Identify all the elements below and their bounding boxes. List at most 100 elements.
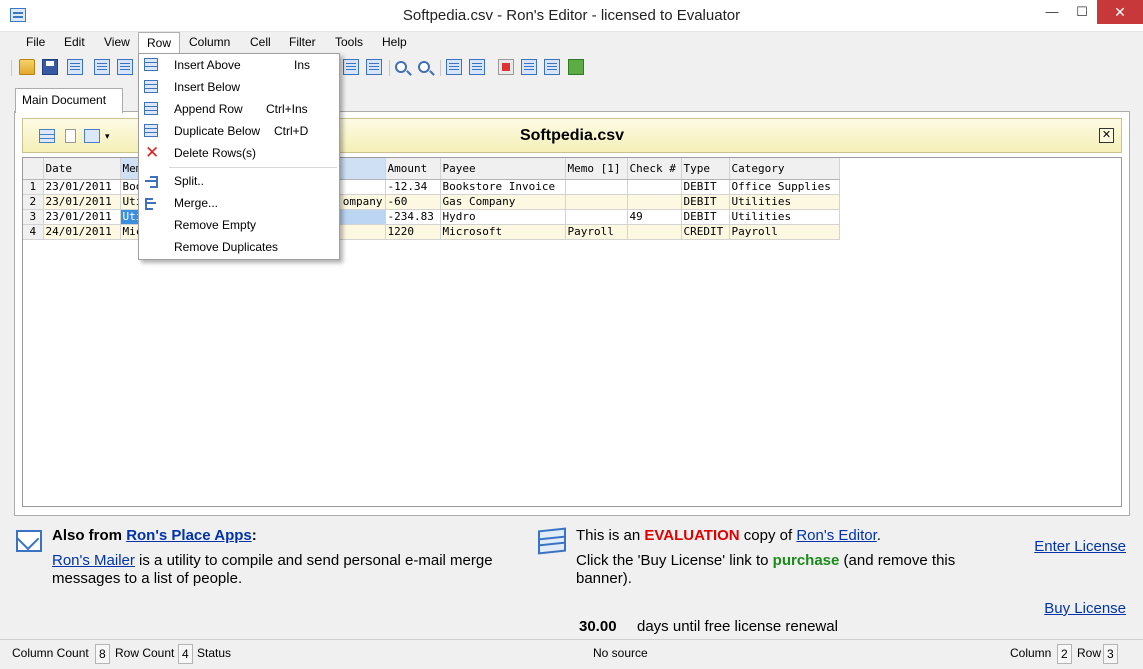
menu-tools[interactable]: Tools — [327, 32, 371, 54]
menu-row[interactable]: Row — [138, 32, 181, 54]
menu-item-duplicate-below[interactable]: Duplicate Below Ctrl+D — [139, 120, 339, 142]
menu-help[interactable]: Help — [374, 32, 415, 54]
grid-cell[interactable]: Payroll — [565, 224, 628, 240]
view-options-icon[interactable] — [469, 59, 485, 75]
grid-cell[interactable]: Office Supplies — [729, 179, 840, 195]
days-remaining-value: 30.00 — [579, 618, 617, 635]
menu-item-shortcut: Ctrl+Ins — [266, 102, 308, 116]
grid-cell[interactable]: 1220 — [385, 224, 441, 240]
menu-item-label: Split.. — [174, 174, 205, 188]
grid-cell[interactable]: Microsoft — [440, 224, 566, 240]
zoom-out-icon[interactable] — [418, 61, 430, 73]
collapse-rows-icon[interactable] — [366, 59, 382, 75]
menu-item-remove-duplicates[interactable]: Remove Duplicates — [139, 236, 339, 258]
grid-cell[interactable]: Utilities — [729, 209, 840, 225]
menu-item-insert-below[interactable]: Insert Below — [139, 76, 339, 98]
row-number[interactable]: 2 — [23, 194, 44, 210]
column-header[interactable]: Type — [681, 158, 730, 180]
maximize-button[interactable]: ☐ — [1067, 0, 1097, 24]
grid-cell[interactable] — [627, 194, 682, 210]
edit-icon[interactable] — [446, 59, 462, 75]
enter-license-link[interactable]: Enter License — [1034, 538, 1126, 555]
columns-icon[interactable] — [521, 59, 537, 75]
menu-item-merge[interactable]: Merge... — [139, 192, 339, 214]
sort-icon[interactable] — [544, 59, 560, 75]
buy-license-link[interactable]: Buy License — [1044, 600, 1126, 617]
grid-cell[interactable]: -234.83 — [385, 209, 441, 225]
grid-cell[interactable]: -60 — [385, 194, 441, 210]
grid-cell[interactable]: DEBIT — [681, 179, 730, 195]
column-header[interactable]: Check # — [627, 158, 682, 180]
column-header[interactable]: Category — [729, 158, 840, 180]
grid-cell[interactable] — [565, 209, 628, 225]
minimize-button[interactable]: — — [1037, 0, 1067, 24]
rons-editor-link[interactable]: Ron's Editor — [796, 527, 876, 544]
row-number[interactable]: 3 — [23, 209, 44, 225]
menu-item-remove-empty[interactable]: Remove Empty — [139, 214, 339, 236]
row-number[interactable]: 1 — [23, 179, 44, 195]
tab-main-document[interactable]: Main Document — [15, 88, 123, 113]
tools-icon[interactable] — [498, 59, 514, 75]
menu-cell[interactable]: Cell — [242, 32, 279, 54]
grid-cell[interactable]: 23/01/2011 — [43, 194, 121, 210]
zoom-in-icon[interactable] — [395, 61, 407, 73]
source-status: No source — [593, 646, 648, 660]
grid-cell[interactable]: 49 — [627, 209, 682, 225]
menu-item-label: Remove Empty — [174, 218, 257, 232]
grid-cell[interactable]: DEBIT — [681, 209, 730, 225]
row-value: 3 — [1103, 644, 1118, 664]
grid-cell[interactable] — [627, 179, 682, 195]
grid-cell[interactable]: Utilities — [729, 194, 840, 210]
grid-cell[interactable]: -12.34 — [385, 179, 441, 195]
menu-item-label: Merge... — [174, 196, 219, 210]
export-icon[interactable] — [568, 59, 584, 75]
grid-cell[interactable]: Payroll — [729, 224, 840, 240]
menu-item-append-row[interactable]: Append Row Ctrl+Ins — [139, 98, 339, 120]
grid-cell[interactable]: 23/01/2011 — [43, 179, 121, 195]
grid-cell[interactable]: Gas Company — [440, 194, 566, 210]
menu-item-label: Remove Duplicates — [174, 240, 279, 254]
grid-cell[interactable] — [565, 194, 628, 210]
grid-cell[interactable]: 24/01/2011 — [43, 224, 121, 240]
rons-place-apps-link[interactable]: Ron's Place Apps — [126, 527, 252, 544]
grid-cell[interactable] — [565, 179, 628, 195]
column-label: Column — [1010, 646, 1052, 660]
menu-item-insert-above[interactable]: Insert Above Ins — [139, 54, 339, 76]
insert-row-icon[interactable] — [94, 59, 110, 75]
row-count-value: 4 — [178, 644, 193, 664]
save-icon[interactable] — [42, 59, 58, 75]
menu-item-label: Append Row — [174, 102, 243, 116]
grid-cell[interactable]: Bookstore Invoice — [440, 179, 566, 195]
grid-cell[interactable] — [627, 224, 682, 240]
close-button[interactable]: ✕ — [1097, 0, 1143, 24]
column-header[interactable]: Amount — [385, 158, 441, 180]
row-number[interactable]: 4 — [23, 224, 44, 240]
menu-edit[interactable]: Edit — [56, 32, 93, 54]
row-count-label: Row Count — [115, 646, 175, 660]
menu-item-delete-rows[interactable]: ✕ Delete Rows(s) — [139, 142, 339, 164]
column-header[interactable]: Payee — [440, 158, 566, 180]
grid-cell[interactable]: DEBIT — [681, 194, 730, 210]
menu-view[interactable]: View — [96, 32, 138, 54]
open-folder-icon[interactable] — [19, 59, 35, 75]
grid-cell[interactable]: 23/01/2011 — [43, 209, 121, 225]
refresh-icon[interactable] — [67, 59, 83, 75]
move-rows-icon[interactable] — [343, 59, 359, 75]
append-row-icon[interactable] — [117, 59, 133, 75]
menu-item-label: Duplicate Below — [174, 124, 261, 138]
close-document-button[interactable]: ✕ — [1099, 128, 1114, 143]
purchase-word: purchase — [772, 552, 840, 569]
grid-cell[interactable]: CREDIT — [681, 224, 730, 240]
column-header[interactable]: Date — [43, 158, 121, 180]
menu-filter[interactable]: Filter — [281, 32, 324, 54]
rons-mailer-link[interactable]: Ron's Mailer — [52, 552, 135, 569]
menu-column[interactable]: Column — [181, 32, 238, 54]
menu-file[interactable]: File — [18, 32, 53, 54]
corner-cell[interactable] — [23, 158, 44, 180]
grid-cell[interactable]: Hydro — [440, 209, 566, 225]
menu-item-shortcut: Ins — [294, 58, 311, 72]
menu-item-split[interactable]: Split.. — [139, 170, 339, 192]
column-header[interactable]: Memo [1] — [565, 158, 628, 180]
mail-icon — [16, 530, 42, 552]
duplicate-icon — [144, 124, 158, 137]
